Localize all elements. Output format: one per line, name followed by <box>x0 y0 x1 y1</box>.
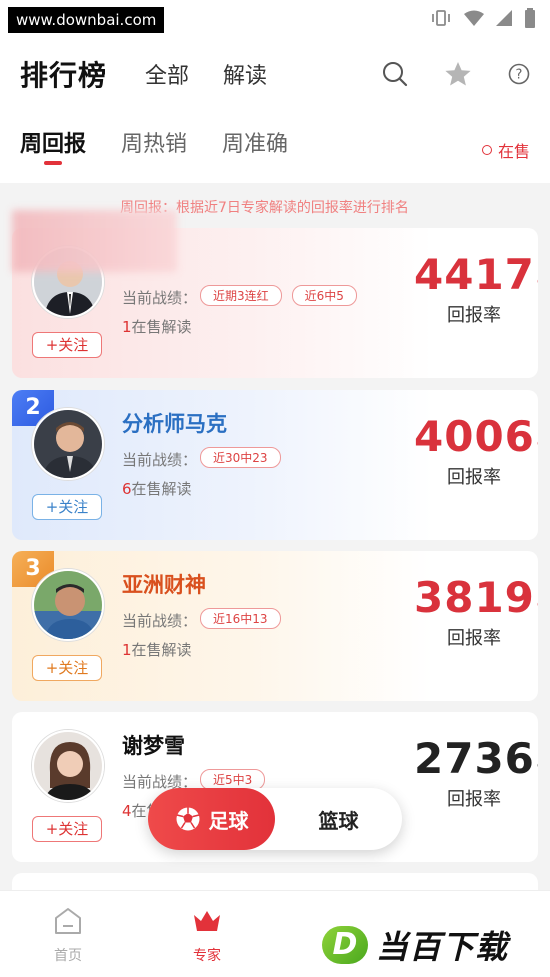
rate-value: 4417 <box>414 250 535 299</box>
football-icon <box>176 807 199 831</box>
vibrate-icon <box>432 10 450 26</box>
rate-label: 回报率 <box>447 628 501 649</box>
battery-icon <box>525 8 535 28</box>
header: www.downbai.com 排行榜 全部 解读 ? 周回报 周热销 周准确 … <box>0 0 550 183</box>
crown-icon <box>194 911 220 931</box>
sport-switcher: 足球 篮球 <box>148 788 402 850</box>
search-icon[interactable] <box>382 61 408 87</box>
tabbar-expert[interactable]: 专家 <box>167 905 247 965</box>
tab-weekly-accurate[interactable]: 周准确 <box>222 126 288 158</box>
record-tags: 近5中3 <box>200 769 266 790</box>
basketball-label: 篮球 <box>318 808 359 833</box>
help-icon[interactable]: ? <box>508 63 530 85</box>
record-tag: 近5中3 <box>200 769 266 790</box>
record-tag: 近6中5 <box>291 285 357 306</box>
avatar <box>32 408 104 480</box>
nav-all[interactable]: 全部 <box>145 58 189 90</box>
rate-label: 回报率 <box>447 305 501 326</box>
record-tag: 近16中13 <box>200 608 281 629</box>
logo-letter: D <box>322 926 368 964</box>
signal-icon <box>496 10 512 26</box>
tab-weekly-hot[interactable]: 周热销 <box>121 126 187 158</box>
on-sale-count: 1在售解读 <box>122 318 192 336</box>
record-tags: 近期3连红 近6中5 <box>200 285 357 306</box>
nav-interpretation[interactable]: 解读 <box>223 58 267 90</box>
basketball-button[interactable]: 篮球 <box>275 788 402 850</box>
rate-value: 4006 <box>414 412 535 461</box>
site-logo-watermark: D 当百下载 <box>322 922 508 968</box>
follow-button[interactable]: +关注 <box>32 494 102 520</box>
on-sale-count: 6在售解读 <box>122 480 192 498</box>
follow-button[interactable]: +关注 <box>32 816 102 842</box>
record-label: 当前战绩： <box>122 451 198 469</box>
top-nav: 排行榜 全部 解读 ? <box>20 53 530 95</box>
record-label: 当前战绩： <box>122 612 198 630</box>
rate-value: 3819 <box>414 573 535 622</box>
tabbar-home-label: 首页 <box>54 948 82 964</box>
radio-circle-icon <box>481 145 492 155</box>
return-rate: 3819% 回报率 <box>414 573 538 650</box>
football-button[interactable]: 足球 <box>148 788 275 850</box>
tabbar-home[interactable]: 首页 <box>28 905 108 965</box>
expert-card-3[interactable]: 3 +关注 亚洲财神 当前战绩： 近16中13 1在售解读 3819% 回报率 <box>12 551 538 701</box>
record-tag: 近期3连红 <box>200 285 282 306</box>
follow-button[interactable]: +关注 <box>32 332 102 358</box>
record-tags: 近16中13 <box>200 608 281 629</box>
ranking-tabs: 周回报 周热销 周准确 在售 <box>20 126 530 166</box>
on-sale-label: 在售 <box>497 142 530 161</box>
avatar <box>32 569 104 641</box>
status-bar <box>430 8 536 28</box>
logo-text: 当百下载 <box>376 928 509 966</box>
rate-label: 回报率 <box>447 789 501 810</box>
expert-name[interactable]: 谢梦雪 <box>122 730 185 760</box>
tabbar-expert-label: 专家 <box>193 948 221 964</box>
expert-card-2[interactable]: 2 +关注 分析师马克 当前战绩： 近30中23 6在售解读 4006% 回报率 <box>12 390 538 540</box>
return-rate: 4006% 回报率 <box>414 412 538 489</box>
on-sale-count: 1在售解读 <box>122 641 192 659</box>
home-icon <box>55 908 81 934</box>
blurred-name-mask <box>12 210 177 272</box>
tab-weekly-return[interactable]: 周回报 <box>20 126 86 165</box>
return-rate: 2736% 回报率 <box>414 734 538 811</box>
expert-name[interactable]: 亚洲财神 <box>122 569 206 599</box>
on-sale-filter[interactable]: 在售 <box>481 138 530 162</box>
avatar <box>32 730 104 802</box>
football-label: 足球 <box>208 808 249 833</box>
svg-text:?: ? <box>516 68 523 83</box>
rate-label: 回报率 <box>447 467 501 488</box>
record-tags: 近30中23 <box>200 447 281 468</box>
return-rate: 4417% 回报率 <box>414 250 538 327</box>
record-tag: 近30中23 <box>200 447 281 468</box>
expert-name[interactable]: 分析师马克 <box>122 408 227 438</box>
rate-value: 2736 <box>414 734 535 783</box>
wifi-icon <box>464 10 484 26</box>
star-icon[interactable] <box>444 61 472 87</box>
record-label: 当前战绩： <box>122 289 198 307</box>
page-title: 排行榜 <box>20 59 108 92</box>
site-watermark: www.downbai.com <box>8 7 165 33</box>
follow-button[interactable]: +关注 <box>32 655 102 681</box>
